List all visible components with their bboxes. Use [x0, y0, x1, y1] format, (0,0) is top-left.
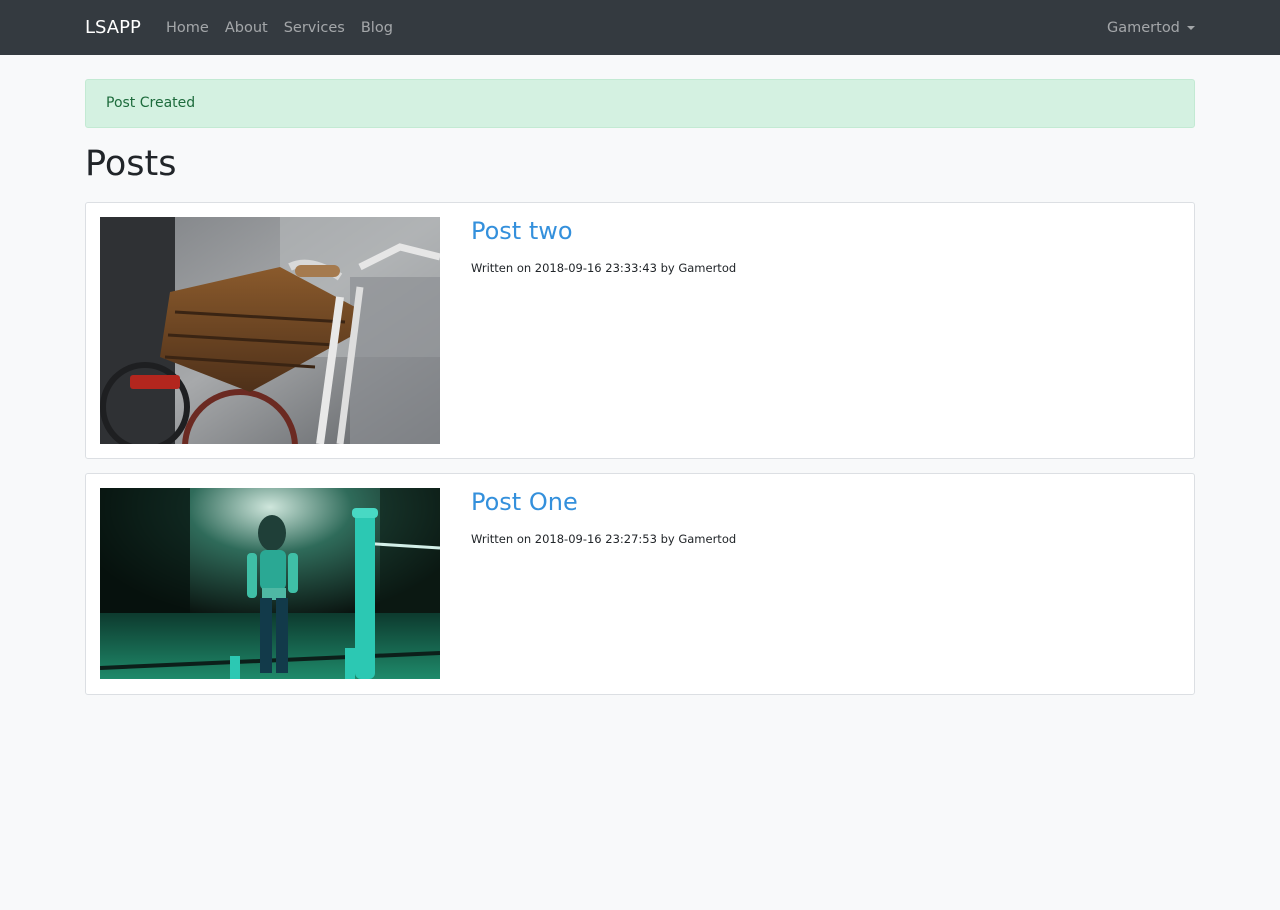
- nav-link-services[interactable]: Services: [284, 17, 345, 39]
- post-title-link[interactable]: Post One: [471, 487, 578, 517]
- success-alert: Post Created: [85, 79, 1195, 128]
- brand-logo[interactable]: LSAPP: [85, 16, 141, 40]
- chevron-down-icon: [1186, 26, 1195, 30]
- nav-link-about[interactable]: About: [225, 17, 268, 39]
- user-dropdown[interactable]: Gamertod: [1107, 17, 1195, 39]
- bicycle-basket-photo: [100, 217, 440, 444]
- post-meta: Written on 2018-09-16 23:33:43 by Gamert…: [471, 261, 737, 275]
- post-card: Post two Written on 2018-09-16 23:33:43 …: [85, 202, 1195, 459]
- nav-links: Home About Services Blog: [166, 17, 409, 39]
- top-navbar: LSAPP Home About Services Blog Gamertod: [0, 0, 1280, 55]
- nav-link-home[interactable]: Home: [166, 17, 209, 39]
- page-title: Posts: [85, 144, 177, 184]
- post-thumbnail[interactable]: [100, 488, 440, 679]
- post-meta: Written on 2018-09-16 23:27:53 by Gamert…: [471, 532, 737, 546]
- post-thumbnail[interactable]: [100, 217, 440, 444]
- post-card: Post One Written on 2018-09-16 23:27:53 …: [85, 473, 1195, 695]
- nav-link-blog[interactable]: Blog: [361, 17, 393, 39]
- user-name: Gamertod: [1107, 20, 1180, 36]
- post-title-link[interactable]: Post two: [471, 216, 573, 246]
- woman-in-park-photo: [100, 488, 440, 679]
